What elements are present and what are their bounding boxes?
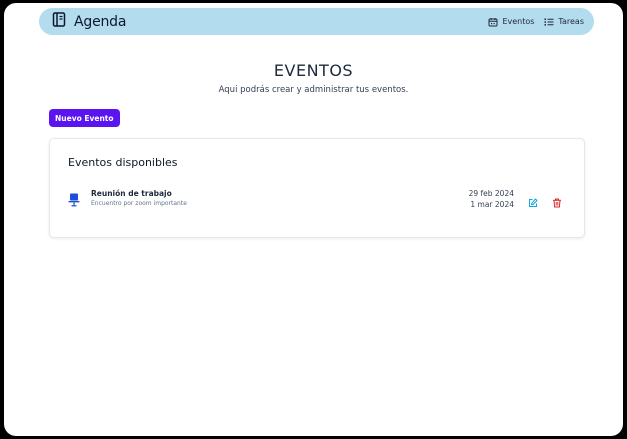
presentation-icon bbox=[68, 192, 80, 211]
nav-eventos-label: Eventos bbox=[502, 17, 535, 26]
event-start-date: 29 feb 2024 bbox=[468, 189, 514, 198]
app-window: Agenda Eventos Tareas EVENTOS Aqui podrá… bbox=[4, 3, 623, 436]
event-name: Reunión de trabajo bbox=[91, 189, 172, 198]
event-dates: 29 feb 2024 1 mar 2024 bbox=[428, 188, 514, 210]
new-event-button[interactable]: Nuevo Evento bbox=[49, 109, 120, 127]
nav-tareas-label: Tareas bbox=[558, 17, 584, 26]
event-end-date: 1 mar 2024 bbox=[470, 200, 514, 209]
events-card: Eventos disponibles Reunión de trabajo E… bbox=[49, 138, 585, 238]
page-title: EVENTOS bbox=[273, 61, 354, 80]
nav-links: Eventos Tareas bbox=[488, 17, 584, 27]
nav-tareas[interactable]: Tareas bbox=[544, 17, 584, 27]
page-subtitle: Aqui podrás crear y administrar tus even… bbox=[218, 85, 409, 95]
nav-eventos[interactable]: Eventos bbox=[488, 17, 534, 27]
navbar: Agenda Eventos Tareas bbox=[39, 8, 594, 35]
edit-icon[interactable] bbox=[528, 193, 538, 212]
card-title: Eventos disponibles bbox=[68, 156, 178, 169]
app-title: Agenda bbox=[74, 13, 127, 30]
event-item[interactable]: Reunión de trabajo Encuentro por zoom im… bbox=[68, 187, 568, 213]
event-description: Encuentro por zoom importante bbox=[91, 200, 187, 207]
calendar-icon bbox=[488, 17, 498, 27]
list-icon bbox=[544, 17, 554, 27]
trash-icon[interactable] bbox=[552, 193, 562, 212]
notebook-icon bbox=[52, 12, 66, 31]
brand[interactable]: Agenda bbox=[52, 12, 126, 31]
